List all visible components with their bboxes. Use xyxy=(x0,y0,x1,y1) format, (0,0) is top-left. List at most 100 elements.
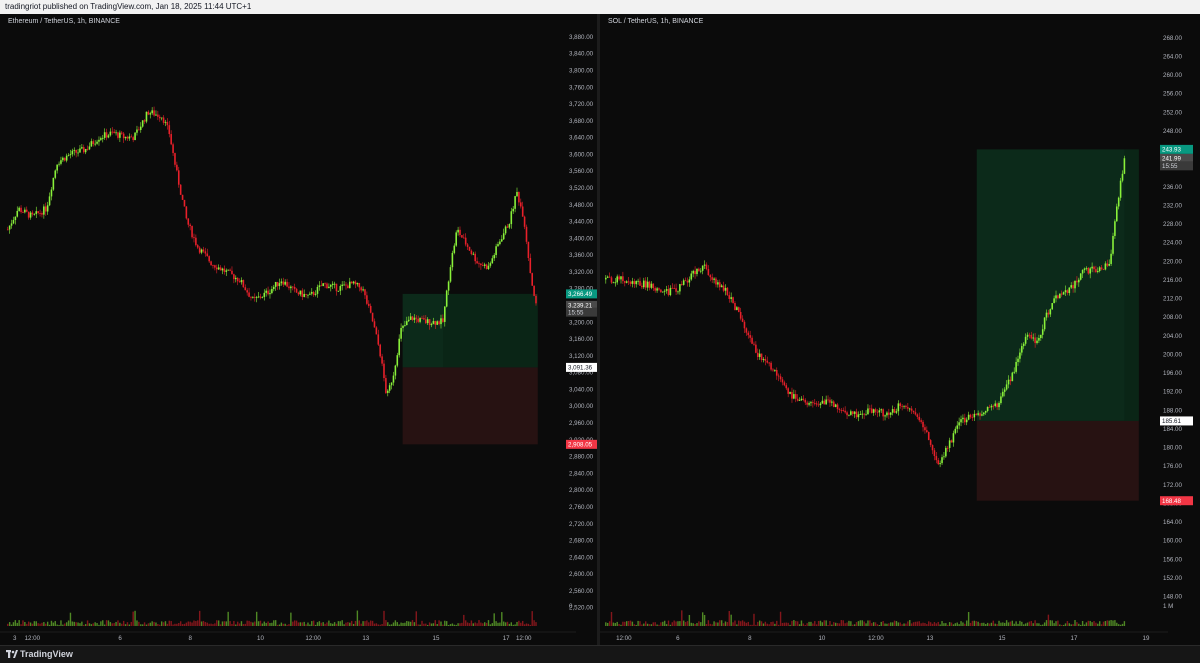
candle-body xyxy=(642,280,645,288)
candle-body xyxy=(931,444,934,451)
volume-bar xyxy=(455,624,457,626)
candle-body xyxy=(227,269,229,271)
volume-bar xyxy=(46,621,49,626)
candle-body xyxy=(166,121,169,126)
candle-body xyxy=(973,413,976,418)
volume-bar xyxy=(369,620,372,626)
sol-chart-pane[interactable]: 268.00264.00260.00256.00252.00248.00244.… xyxy=(600,14,1200,645)
candle-body xyxy=(459,229,461,236)
volume-bar xyxy=(162,622,165,626)
price-tick-label: 148.00 xyxy=(1163,594,1182,601)
candle-body xyxy=(720,285,723,288)
volume-bar xyxy=(176,623,178,626)
volume-bar xyxy=(350,620,353,626)
candle-body xyxy=(667,289,670,296)
volume-bar xyxy=(107,620,110,626)
sol-chart-canvas[interactable]: 268.00264.00260.00256.00252.00248.00244.… xyxy=(600,14,1200,645)
eth-chart-canvas[interactable]: 3,880.00 3,840.00 3,800.00 3,760.00 3,720.00… xyxy=(0,14,597,645)
volume-bar xyxy=(859,620,862,626)
volume-bar xyxy=(37,623,39,626)
candle-body xyxy=(850,411,852,415)
candle-body xyxy=(990,405,993,408)
volume-bar xyxy=(451,623,454,626)
candle-body xyxy=(354,281,357,285)
volume-bar xyxy=(204,622,207,626)
candle-body xyxy=(510,211,513,225)
volume-bar xyxy=(990,622,993,626)
candle-body xyxy=(345,284,347,286)
candle-body xyxy=(67,155,70,156)
candle-body xyxy=(404,325,406,326)
volume-bar xyxy=(286,624,288,626)
candle-body xyxy=(282,281,285,285)
candle-body xyxy=(798,400,801,401)
volume-bar xyxy=(871,623,873,626)
candle-body xyxy=(98,139,100,142)
candle-body xyxy=(728,295,731,299)
tradingview-brand[interactable]: TradingView xyxy=(20,649,73,659)
volume-bar xyxy=(703,614,706,626)
candle-body xyxy=(772,369,774,371)
volume-bar xyxy=(22,620,24,626)
volume-bar xyxy=(244,623,246,626)
candle-body xyxy=(288,286,290,289)
candle-body xyxy=(677,291,679,293)
candle-body xyxy=(316,286,319,294)
candle-body xyxy=(432,321,435,324)
candle-body xyxy=(753,343,755,345)
candle-body xyxy=(497,244,499,247)
volume-bar xyxy=(480,622,482,626)
volume-bar xyxy=(848,620,850,626)
volume-bar xyxy=(918,621,920,626)
candle-body xyxy=(377,334,380,345)
candle-body xyxy=(174,153,176,165)
volume-bar xyxy=(924,623,926,626)
candle-body xyxy=(58,163,60,165)
stop-loss-zone xyxy=(976,420,1139,501)
volume-bar xyxy=(345,622,347,626)
volume-bar xyxy=(179,621,182,626)
candle-body xyxy=(633,281,636,285)
volume-bar xyxy=(259,620,262,626)
price-label: 168.48 xyxy=(1162,498,1181,505)
candle-body xyxy=(111,131,114,133)
volume-bar xyxy=(1119,624,1122,626)
candle-body xyxy=(221,268,224,271)
volume-bar xyxy=(650,624,653,626)
volume-bar xyxy=(1004,622,1006,626)
candle-body xyxy=(791,392,793,399)
candle-body xyxy=(322,283,324,287)
candle-body xyxy=(443,306,446,322)
candle-body xyxy=(1036,340,1038,344)
volume-bar xyxy=(1047,614,1050,626)
candle-body xyxy=(724,287,727,291)
volume-bar xyxy=(311,621,313,626)
volume-bar xyxy=(907,621,909,626)
volume-bar xyxy=(119,622,121,626)
volume-bar xyxy=(734,620,736,626)
volume-bar xyxy=(58,624,60,626)
tradingview-logo-icon[interactable] xyxy=(6,650,18,659)
candle-body xyxy=(855,411,858,418)
candle-body xyxy=(777,375,780,377)
volume-bar xyxy=(707,620,710,626)
candle-body xyxy=(629,281,632,284)
volume-bar xyxy=(69,612,72,626)
candle-body xyxy=(426,319,429,324)
eth-chart-pane[interactable]: 3,880.00 3,840.00 3,800.00 3,760.00 3,720.00… xyxy=(0,14,597,645)
volume-bar xyxy=(741,620,744,626)
volume-bar xyxy=(736,624,738,626)
volume-bar xyxy=(964,623,966,626)
price-tick-label: 3,760.00 xyxy=(569,84,594,91)
candle-body xyxy=(730,297,732,299)
volume-bar xyxy=(658,624,660,626)
candle-body xyxy=(151,110,153,114)
candle-body xyxy=(392,375,395,383)
volume-bar xyxy=(402,622,404,626)
volume-bar xyxy=(627,620,630,626)
volume-bar xyxy=(141,624,144,626)
candle-body xyxy=(804,399,807,403)
candle-body xyxy=(654,288,656,291)
volume-bar xyxy=(766,623,768,626)
volume-bar xyxy=(639,621,641,626)
